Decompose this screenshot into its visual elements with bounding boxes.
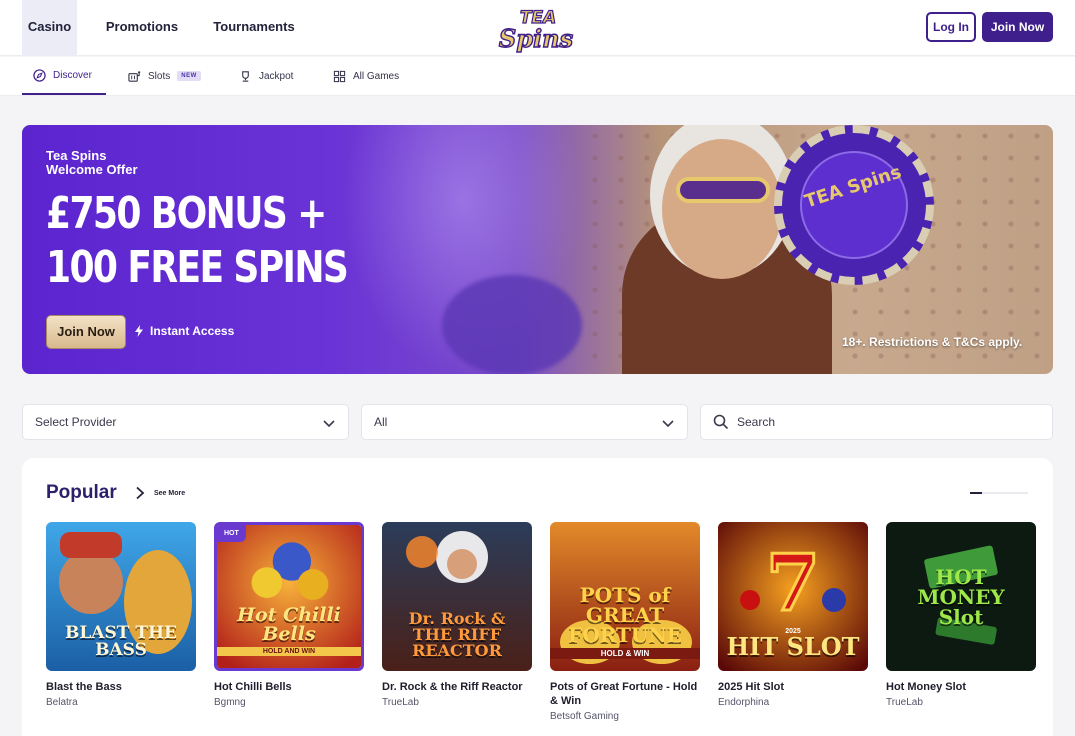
search-input[interactable]: Search	[700, 404, 1053, 440]
game-art-subtitle: HOLD AND WIN	[217, 647, 361, 656]
top-navigation: Casino Promotions Tournaments TEA Spins …	[0, 0, 1075, 56]
chevron-right-icon	[136, 486, 145, 500]
game-art-label-group: POTS of GREAT FORTUNE HOLD & WIN	[550, 585, 700, 659]
chip-logo-text: TEA Spins	[802, 163, 904, 213]
game-art-title: BLAST THE BASS	[64, 623, 178, 660]
instant-access-text: Instant Access	[150, 324, 235, 338]
trophy-icon	[242, 70, 249, 82]
chevron-down-icon	[323, 420, 335, 428]
search-icon	[713, 414, 729, 430]
offer-kicker: Tea Spins Welcome Offer	[46, 149, 138, 177]
sub-navigation: Discover Slots NEW Jackpot All Games	[0, 57, 1075, 96]
tab-tournaments[interactable]: Tournaments	[206, 0, 302, 56]
game-card[interactable]: BLAST THE BASS Blast the Bass Belatra	[46, 522, 196, 709]
casino-chip-image: TEA Spins	[774, 125, 934, 285]
game-art-title: Dr. Rock & THE RIFF REACTOR	[408, 609, 506, 660]
offer-headline-spins: 100 FREE SPINS	[46, 242, 349, 293]
subnav-item-all-games[interactable]: All Games	[333, 57, 399, 95]
login-button[interactable]: Log In	[926, 12, 976, 42]
category-select[interactable]: All	[361, 404, 688, 440]
banner-character-head	[662, 139, 782, 279]
tea-spins-logo[interactable]: TEA Spins	[496, 3, 580, 53]
new-badge: NEW	[177, 71, 201, 81]
game-name[interactable]: Hot Chilli Bells	[214, 680, 364, 694]
game-provider: Bgmng	[214, 697, 246, 708]
join-now-button[interactable]: Join Now	[982, 12, 1053, 42]
game-art-title: POTS of GREAT FORTUNE	[568, 583, 682, 647]
game-art-title: HIT SLOT	[726, 632, 860, 661]
game-art-label-group: 2025 HIT SLOT	[720, 628, 865, 659]
subnav-label-all-games: All Games	[353, 70, 400, 82]
blurred-chip-image	[442, 275, 582, 374]
game-art-title: HOT MONEY Slot	[917, 564, 1005, 629]
grid-icon	[333, 70, 346, 82]
game-provider: Endorphina	[718, 697, 770, 708]
offer-kicker-brand: Tea Spins	[46, 148, 107, 163]
lightning-icon	[135, 325, 143, 337]
svg-text:Spins: Spins	[499, 24, 574, 53]
game-card[interactable]: POTS of GREAT FORTUNE HOLD & WIN Pots of…	[550, 522, 700, 723]
subnav-item-discover[interactable]: Discover	[22, 57, 106, 95]
svg-text:7: 7	[766, 538, 820, 629]
see-more-link[interactable]: See More	[134, 486, 185, 500]
popular-games-section: Popular See More BLAST THE BASS Blast th…	[22, 458, 1053, 736]
game-name[interactable]: Blast the Bass	[46, 680, 196, 694]
game-provider: Belatra	[46, 697, 78, 708]
game-art-subtitle: HOLD & WIN	[550, 648, 700, 659]
category-select-value: All	[374, 415, 388, 429]
offer-headline: £750 BONUS + 100 FREE SPINS	[46, 187, 349, 295]
chip-logo: TEA Spins	[802, 163, 904, 213]
game-provider: TrueLab	[886, 697, 923, 708]
banner-join-now-button[interactable]: Join Now	[46, 315, 126, 349]
game-provider: TrueLab	[382, 697, 419, 708]
subnav-label-slots: Slots	[148, 70, 171, 82]
provider-select[interactable]: Select Provider	[22, 404, 349, 440]
game-thumbnail[interactable]: BLAST THE BASS	[46, 522, 196, 671]
provider-select-placeholder: Select Provider	[35, 415, 117, 429]
game-provider: Betsoft Gaming	[550, 711, 619, 722]
terms-disclaimer: 18+. Restrictions & T&Cs apply.	[842, 335, 1023, 349]
offer-headline-bonus: £750 BONUS +	[46, 188, 327, 239]
game-card[interactable]: 7 2025 HIT SLOT 2025 Hit Slot Endorphina	[718, 522, 868, 709]
see-more-label: See More	[154, 489, 186, 497]
section-title: Popular	[46, 482, 117, 503]
offer-kicker-title: Welcome Offer	[46, 162, 138, 177]
tab-promotions[interactable]: Promotions	[100, 0, 184, 56]
game-thumbnail[interactable]: HOT MONEY Slot	[886, 522, 1036, 671]
game-card[interactable]: Dr. Rock & THE RIFF REACTOR Dr. Rock & t…	[382, 522, 532, 709]
compass-icon	[33, 68, 46, 82]
game-art-title: Hot Chilli Bells	[237, 604, 341, 645]
chevron-down-icon	[662, 420, 674, 428]
game-card[interactable]: HOT MONEY Slot Hot Money Slot TrueLab	[886, 522, 1036, 709]
welcome-offer-banner[interactable]: TEA Spins Tea Spins Welcome Offer £750 B…	[22, 125, 1053, 374]
banner-character-glasses	[676, 177, 770, 203]
search-placeholder: Search	[737, 415, 776, 429]
subnav-item-slots[interactable]: Slots NEW	[128, 57, 201, 95]
game-art-label-group: Hot Chilli Bells HOLD AND WIN	[217, 606, 361, 656]
game-name[interactable]: Hot Money Slot	[886, 680, 1036, 694]
game-card[interactable]: HOT Hot Chilli Bells HOLD AND WIN Hot Ch…	[214, 522, 364, 709]
tab-casino[interactable]: Casino	[22, 0, 77, 56]
game-thumbnail[interactable]: POTS of GREAT FORTUNE HOLD & WIN	[550, 522, 700, 671]
subnav-item-jackpot[interactable]: Jackpot	[239, 57, 293, 95]
game-name[interactable]: 2025 Hit Slot	[718, 680, 868, 694]
game-name[interactable]: Dr. Rock & the Riff Reactor	[382, 680, 532, 694]
hot-badge: HOT	[217, 525, 246, 542]
game-thumbnail[interactable]: Dr. Rock & THE RIFF REACTOR	[382, 522, 532, 671]
subnav-label-jackpot: Jackpot	[259, 70, 294, 82]
subnav-label-discover: Discover	[53, 69, 92, 81]
slot-machine-icon	[128, 70, 141, 82]
carousel-pager[interactable]	[970, 492, 1028, 494]
game-name[interactable]: Pots of Great Fortune - Hold & Win	[550, 680, 700, 708]
carousel-pager-active	[970, 492, 982, 494]
game-thumbnail[interactable]: HOT Hot Chilli Bells HOLD AND WIN	[214, 522, 364, 671]
game-thumbnail[interactable]: 7 2025 HIT SLOT	[718, 522, 868, 671]
instant-access-label: Instant Access	[134, 324, 234, 338]
